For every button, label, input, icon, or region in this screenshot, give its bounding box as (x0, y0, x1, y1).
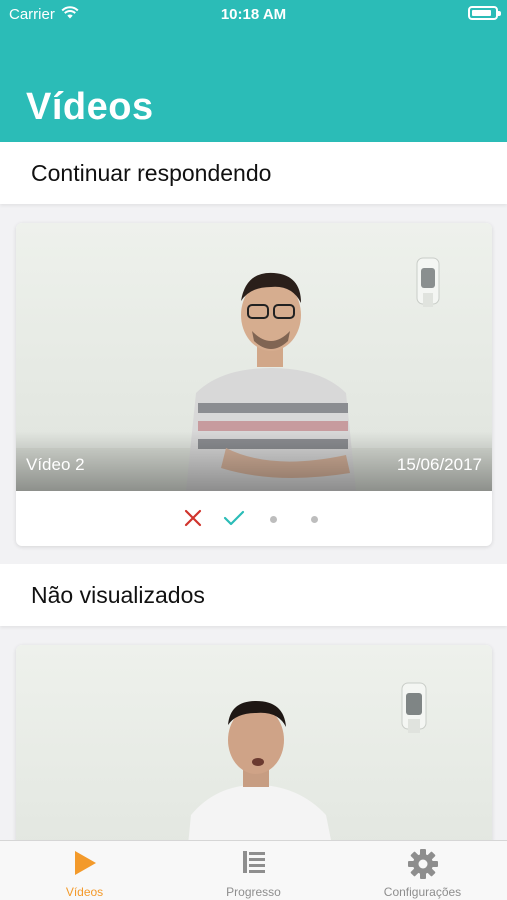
wrong-answer-icon (181, 506, 205, 530)
section-title: Continuar respondendo (31, 160, 272, 186)
tab-videos[interactable]: Vídeos (0, 841, 169, 900)
status-time: 10:18 AM (220, 6, 287, 23)
play-icon (0, 848, 169, 882)
correct-answer-icon (222, 506, 246, 530)
gear-icon (338, 848, 507, 882)
video-date: 15/06/2017 (396, 455, 482, 474)
section-header-unseen: Não visualizados (0, 564, 507, 626)
tab-label: Configurações (383, 885, 462, 899)
pending-step-dot (270, 516, 277, 523)
soap-dispenser-image (416, 257, 440, 307)
pending-step-dot (311, 516, 318, 523)
tab-progresso[interactable]: Progresso (169, 841, 338, 900)
section-header-continue: Continuar respondendo (0, 142, 507, 204)
tab-configuracoes[interactable]: Configurações (338, 841, 507, 900)
tab-label: Vídeos (65, 885, 104, 899)
video-card[interactable] (16, 645, 492, 845)
progress-indicator (16, 491, 492, 546)
battery-icon (468, 6, 501, 20)
soap-dispenser-image (401, 682, 427, 733)
video-title: Vídeo 2 (26, 455, 85, 474)
video-thumbnail[interactable]: Vídeo 2 15/06/2017 (16, 223, 492, 491)
header: Carrier 10:18 AM Vídeos (0, 0, 507, 142)
person-image (188, 701, 332, 845)
tab-label: Progresso (226, 885, 281, 899)
page-title: Vídeos (26, 86, 154, 128)
video-card[interactable]: Vídeo 2 15/06/2017 (16, 223, 492, 546)
tab-bar: Vídeos Progresso Configurações (0, 840, 507, 900)
video-thumbnail[interactable] (16, 645, 492, 845)
status-bar: Carrier 10:18 AM (0, 0, 507, 28)
section-title: Não visualizados (31, 582, 205, 608)
list-icon (169, 848, 338, 882)
